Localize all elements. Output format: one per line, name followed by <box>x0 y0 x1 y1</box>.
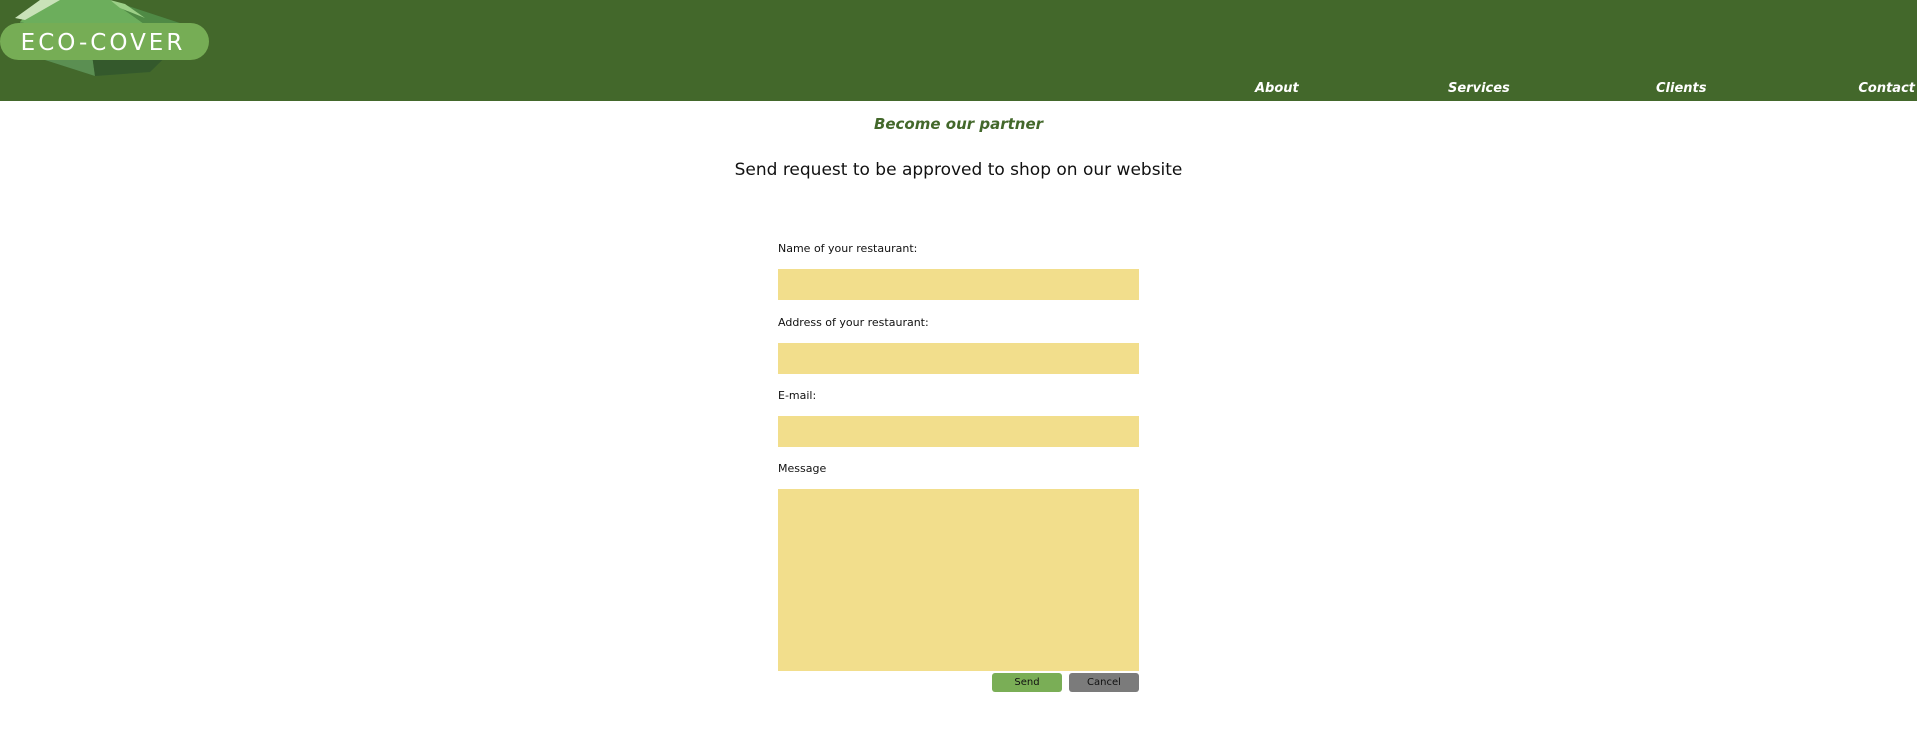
email-label: E-mail: <box>778 389 817 402</box>
restaurant-name-label: Name of your restaurant: <box>778 242 918 255</box>
site-header: ECO-COVER About Services Clients Contact <box>0 0 1917 101</box>
message-textarea[interactable] <box>778 489 1139 671</box>
restaurant-name-input[interactable] <box>778 269 1139 300</box>
restaurant-address-label: Address of your restaurant: <box>778 316 929 329</box>
cancel-button[interactable]: Cancel <box>1069 673 1139 692</box>
logo-box-icon: ECO-COVER <box>0 0 209 76</box>
message-label: Message <box>778 462 827 475</box>
email-input[interactable] <box>778 416 1139 447</box>
restaurant-address-input[interactable] <box>778 343 1139 374</box>
page-title: Become our partner <box>873 115 1044 133</box>
logo-text: ECO-COVER <box>21 30 186 56</box>
eco-cover-logo[interactable]: ECO-COVER <box>0 0 215 80</box>
nav-link-contact[interactable]: Contact <box>1858 81 1915 96</box>
nav-link-about[interactable]: About <box>1255 81 1299 96</box>
nav-link-services[interactable]: Services <box>1448 81 1510 96</box>
nav-link-clients[interactable]: Clients <box>1656 81 1706 96</box>
send-button[interactable]: Send <box>992 673 1062 692</box>
page-subtitle: Send request to be approved to shop on o… <box>734 160 1183 180</box>
